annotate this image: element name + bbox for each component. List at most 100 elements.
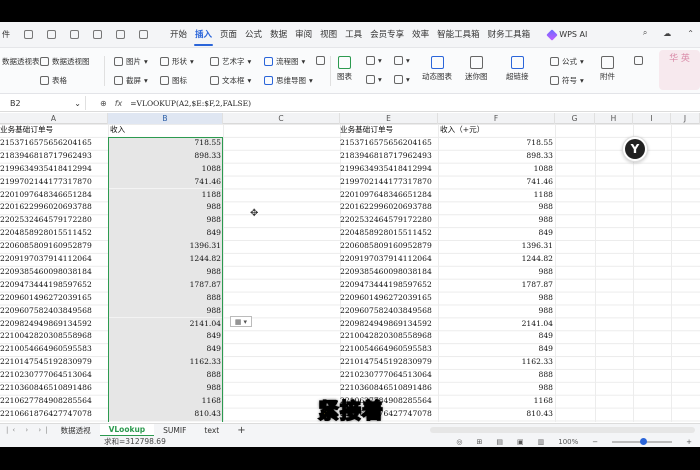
cell-income-f[interactable]: 988 [438, 266, 555, 279]
sheet-nav-arrows[interactable]: |‹ › ›| [6, 426, 52, 434]
cell-order-id-a[interactable]: 2183946818717962493 [0, 150, 108, 163]
cell-order-id-a[interactable]: 2210230777064513064 [0, 369, 108, 382]
cell-income-b[interactable]: 898.33 [108, 149, 223, 163]
cell-order-id-e[interactable]: 2210147545192830979 [340, 356, 438, 369]
cell-income-f[interactable]: 898.33 [438, 150, 555, 163]
camera-button[interactable] [634, 56, 643, 65]
cell-income-b[interactable]: 988 [108, 201, 223, 215]
chart-button[interactable]: 图表 [337, 56, 352, 82]
spreadsheet-grid[interactable]: 业务基础订单号 收入 业务基础订单号 收入（+元） 21537165756562… [0, 124, 700, 422]
table-button[interactable]: 表格 [40, 75, 67, 86]
cell-order-id-a[interactable]: 2201097648346651284 [0, 189, 108, 202]
cell-income-f[interactable]: 988 [438, 382, 555, 395]
attachment-button[interactable]: 附件 [600, 56, 615, 82]
cell-income-b[interactable]: 810.43 [108, 407, 223, 421]
cell-income-b[interactable]: 718.55 [108, 136, 223, 150]
cell-income-b[interactable]: 1168 [108, 394, 223, 408]
cell-income-b[interactable]: 1244.82 [108, 253, 223, 266]
quick-analysis-button[interactable]: ▦ ▾ [230, 316, 252, 327]
cell-income-f[interactable]: 988 [438, 214, 555, 227]
tab-tools[interactable]: 工具 [341, 22, 366, 48]
textbox-button[interactable]: 文本框 ▾ [210, 75, 251, 86]
cell-income-b[interactable]: 849 [108, 343, 223, 357]
cell-income-b[interactable]: 1162.33 [108, 356, 223, 370]
formula-input[interactable]: =VLOOKUP(A2,$E:$F,2,FALSE) [130, 99, 251, 108]
screenshot-button[interactable]: 截屏 ▾ [114, 75, 148, 86]
zoom-slider[interactable] [612, 437, 673, 445]
normal-view-icon[interactable]: ▤ [496, 438, 503, 446]
file-menu[interactable]: 件 [2, 29, 10, 40]
name-box[interactable]: B2 ⌄ [6, 96, 86, 110]
cell-order-id-a[interactable]: 2210360846510891486 [0, 382, 108, 395]
line-chart-button[interactable]: ▾ [394, 56, 410, 65]
tab-formula[interactable]: 公式 [241, 22, 266, 48]
cell-order-id-a[interactable]: 2210661876427747078 [0, 408, 108, 421]
mindmap-button[interactable]: 思维导图 ▾ [264, 75, 313, 86]
art-text-button[interactable]: 艺术字 ▾ [210, 56, 251, 67]
cell-income-f[interactable]: 1162.33 [438, 356, 555, 369]
cell-income-b[interactable]: 988 [108, 382, 223, 395]
cloud-icon[interactable]: ☁ [663, 29, 671, 38]
collapse-icon[interactable]: ⌃ [687, 29, 694, 38]
cell-order-id-e[interactable]: 2153716575656204165 [340, 137, 438, 150]
cell-income-f[interactable]: 849 [438, 227, 555, 240]
column-header-b[interactable]: B [108, 113, 223, 124]
cell-income-b[interactable]: 1188 [108, 188, 223, 202]
sheet-tab-text[interactable]: text [195, 424, 228, 437]
zoom-in-button[interactable]: + [686, 438, 692, 446]
cell-income-b[interactable]: 2141.04 [108, 317, 223, 331]
header-b[interactable]: 收入 [108, 124, 223, 137]
tab-finance-toolbox[interactable]: 财务工具箱 [484, 22, 535, 48]
cell-income-b[interactable]: 988 [108, 214, 223, 228]
cell-order-id-e[interactable]: 2210042820308558968 [340, 330, 438, 343]
cell-income-f[interactable]: 1188 [438, 189, 555, 202]
tab-insert[interactable]: 插入 [191, 22, 216, 48]
cell-income-f[interactable]: 988 [438, 201, 555, 214]
zoom-icon[interactable]: ⊕ [100, 99, 107, 108]
cell-income-b[interactable]: 1088 [108, 162, 223, 176]
cell-order-id-a[interactable]: 2209385460098038184 [0, 266, 108, 279]
undo-icon[interactable] [116, 30, 125, 39]
cell-order-id-a[interactable]: 2210147545192830979 [0, 356, 108, 369]
sheet-tab-pivot[interactable]: 数据透视 [52, 424, 100, 437]
cell-income-f[interactable]: 1244.82 [438, 253, 555, 266]
icon-button[interactable]: 图标 [160, 75, 187, 86]
wps-ai-button[interactable]: WPS AI [546, 28, 587, 41]
cell-income-b[interactable]: 888 [108, 369, 223, 382]
cell-order-id-a[interactable]: 2204858928015511452 [0, 227, 108, 240]
page-layout-icon[interactable]: ▣ [517, 438, 524, 446]
flowchart-button[interactable]: 流程图 ▾ [264, 56, 305, 67]
tab-member[interactable]: 会员专享 [366, 22, 408, 48]
cell-order-id-a[interactable]: 2201622996020693788 [0, 201, 108, 214]
fx-icon[interactable]: fx [115, 99, 123, 108]
cell-order-id-a[interactable]: 2209607582403849568 [0, 305, 108, 318]
sparkline-button[interactable]: 迷你图 [465, 56, 488, 82]
zoom-out-button[interactable]: − [592, 438, 598, 446]
cell-income-f[interactable]: 1168 [438, 395, 555, 408]
tab-efficiency[interactable]: 效率 [408, 22, 433, 48]
column-header-e[interactable]: E [340, 113, 438, 124]
cell-order-id-e[interactable]: 2210230777064513064 [340, 369, 438, 382]
cell-order-id-a[interactable]: 2209824949869134592 [0, 318, 108, 331]
cell-order-id-a[interactable]: 2199634935418412994 [0, 163, 108, 176]
page-break-icon[interactable]: ▥ [538, 438, 545, 446]
picture-button[interactable]: 图片 ▾ [114, 56, 148, 67]
cell-order-id-e[interactable]: 2199634935418412994 [340, 163, 438, 176]
cell-income-f[interactable]: 888 [438, 369, 555, 382]
cell-income-f[interactable]: 741.46 [438, 176, 555, 189]
cell-order-id-e[interactable]: 2199702144177317870 [340, 176, 438, 189]
column-header-c[interactable]: C [223, 113, 340, 124]
cell-order-id-e[interactable]: 2202532464579172280 [340, 214, 438, 227]
cell-income-f[interactable]: 849 [438, 343, 555, 356]
cell-order-id-e[interactable]: 2209473444198597652 [340, 279, 438, 292]
column-header-g[interactable]: G [555, 113, 595, 124]
cell-order-id-e[interactable]: 2209601496272039165 [340, 292, 438, 305]
redo-icon[interactable] [139, 30, 148, 39]
cell-income-f[interactable]: 718.55 [438, 137, 555, 150]
column-header-i[interactable]: I [633, 113, 671, 124]
cell-income-f[interactable]: 2141.04 [438, 318, 555, 331]
column-header-a[interactable]: A [0, 113, 108, 124]
eye-protection-icon[interactable]: ◎ [456, 438, 462, 446]
cell-income-b[interactable]: 1787.87 [108, 278, 223, 292]
cell-income-b[interactable]: 988 [108, 304, 223, 318]
